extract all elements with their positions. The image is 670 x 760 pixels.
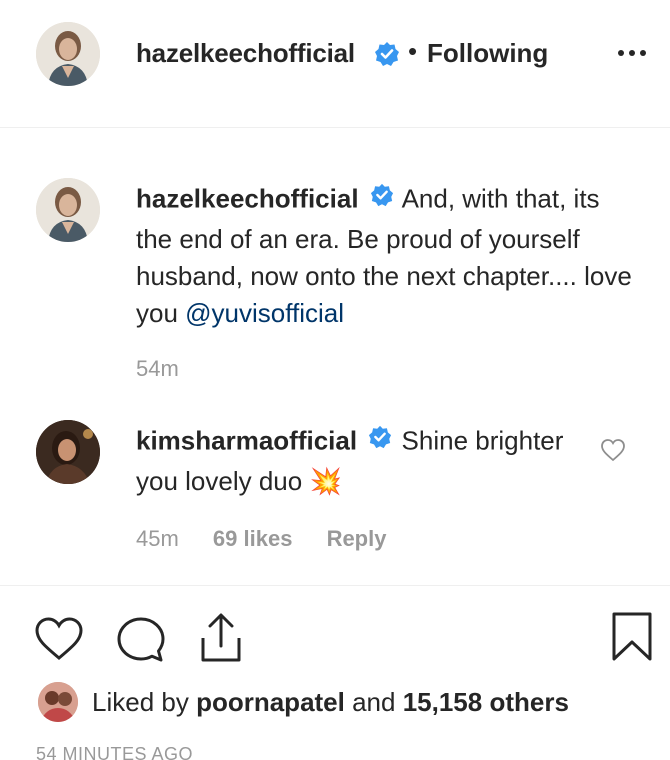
- liked-by-user[interactable]: poornapatel: [196, 687, 345, 717]
- liked-by-count[interactable]: 15,158 others: [403, 687, 569, 717]
- comment-text-block: kimsharmaofficial Shine brighter you lov…: [136, 422, 576, 500]
- liked-by-middle: and: [344, 687, 403, 717]
- collision-emoji: 💥: [309, 466, 342, 496]
- post-header: hazelkeechofficial • Following: [0, 0, 670, 128]
- comment-item: kimsharmaofficial Shine brighter you lov…: [0, 398, 670, 583]
- caption-text-block: hazelkeechofficial And, with that, its t…: [136, 180, 636, 332]
- comment-like-heart-icon[interactable]: [600, 438, 626, 467]
- liked-by-prefix: Liked by: [92, 687, 197, 717]
- post-timestamp[interactable]: 54 MINUTES AGO: [36, 744, 193, 760]
- caption-mention-link[interactable]: @yuvisofficial: [185, 298, 344, 328]
- verified-badge-icon: [370, 180, 394, 217]
- bookmark-icon[interactable]: [610, 611, 654, 668]
- liker-avatar[interactable]: [38, 682, 78, 722]
- like-heart-icon[interactable]: [34, 616, 84, 667]
- caption-username[interactable]: hazelkeechofficial: [136, 183, 359, 213]
- comment-likes[interactable]: 69 likes: [213, 526, 293, 551]
- caption-avatar[interactable]: [36, 178, 100, 242]
- author-avatar[interactable]: [36, 22, 100, 86]
- commenter-username[interactable]: kimsharmaofficial: [136, 425, 357, 455]
- verified-badge-icon: [368, 422, 392, 459]
- following-button[interactable]: Following: [427, 38, 548, 69]
- comment-time[interactable]: 45m: [136, 526, 179, 551]
- caption-time[interactable]: 54m: [136, 356, 179, 382]
- post-caption: hazelkeechofficial And, with that, its t…: [0, 128, 670, 398]
- comment-icon[interactable]: [116, 616, 166, 669]
- reply-button[interactable]: Reply: [327, 526, 387, 551]
- commenter-avatar[interactable]: [36, 420, 100, 484]
- action-bar: [0, 585, 670, 680]
- author-username[interactable]: hazelkeechofficial: [136, 38, 355, 69]
- liked-by-row: Liked by poornapatel and 15,158 others: [0, 676, 670, 726]
- comment-meta: 45m 69 likes Reply: [136, 526, 414, 552]
- share-icon[interactable]: [198, 612, 244, 669]
- liked-by-text: Liked by poornapatel and 15,158 others: [92, 687, 569, 718]
- verified-badge-icon: [374, 41, 400, 72]
- more-options-icon[interactable]: [612, 40, 652, 64]
- separator-dot: •: [408, 36, 418, 66]
